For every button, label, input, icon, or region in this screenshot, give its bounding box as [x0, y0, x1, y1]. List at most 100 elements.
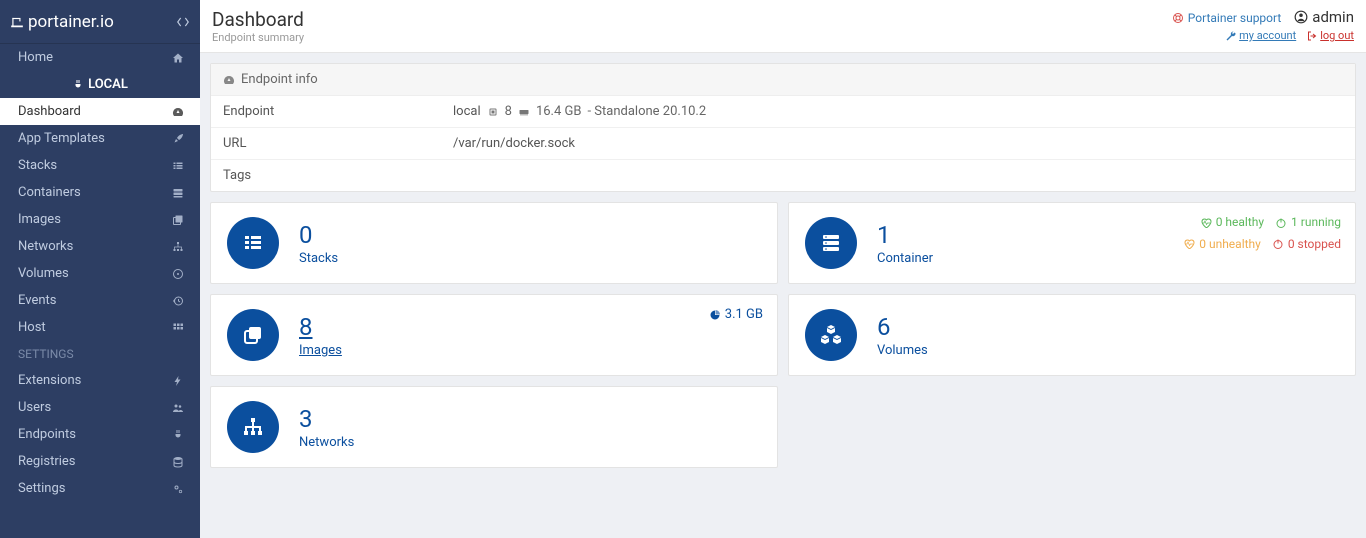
card-images[interactable]: 8 Images 3.1 GB	[210, 294, 778, 376]
stat-unhealthy: 0 unhealthy	[1183, 235, 1261, 254]
topbar-right: Portainer support admin my account log o…	[1172, 8, 1354, 42]
sidebar-item-label: App Templates	[18, 131, 172, 146]
sidebar-item-label: Home	[18, 50, 172, 65]
tachometer-icon	[172, 106, 188, 118]
endpoint-name: local	[453, 104, 481, 119]
sidebar-item-label: Containers	[18, 185, 172, 200]
info-row-endpoint: Endpoint local 8 16.4 GB - Standalone 20…	[211, 96, 1355, 128]
topbar-left: Dashboard Endpoint summary	[212, 8, 304, 44]
th-icon	[172, 322, 188, 334]
hdd-icon	[172, 268, 188, 280]
sidebar-item-volumes[interactable]: Volumes	[0, 260, 200, 287]
sidebar-item-host[interactable]: Host	[0, 314, 200, 341]
main: Dashboard Endpoint summary Portainer sup…	[200, 0, 1366, 538]
heartbeat-icon	[1183, 238, 1195, 250]
cubes-icon	[805, 309, 857, 361]
stacks-icon	[227, 217, 279, 269]
support-link[interactable]: Portainer support	[1172, 11, 1282, 25]
sidebar-item-label: Stacks	[18, 158, 172, 173]
card-main: 3 Networks	[299, 405, 354, 450]
sidebar-item-networks[interactable]: Networks	[0, 233, 200, 260]
card-containers[interactable]: 1 Container 0 healthy 1 running 0 unheal…	[788, 202, 1356, 284]
sidebar-item-settings[interactable]: Settings	[0, 475, 200, 502]
logout-link[interactable]: log out	[1306, 29, 1354, 42]
tachometer-icon	[223, 74, 235, 86]
sidebar-toggle-icon[interactable]	[176, 15, 190, 29]
topbar: Dashboard Endpoint summary Portainer sup…	[200, 0, 1366, 53]
heartbeat-icon	[1200, 217, 1212, 229]
bolt-icon	[172, 375, 188, 387]
sidebar-item-label: Host	[18, 320, 172, 335]
card-count: 8	[299, 313, 342, 341]
sidebar-item-endpoints[interactable]: Endpoints	[0, 421, 200, 448]
cogs-icon	[172, 483, 188, 495]
panel-header: Endpoint info	[211, 64, 1355, 96]
images-size-value: 3.1 GB	[725, 307, 763, 322]
info-key: Tags	[223, 168, 453, 183]
content: Endpoint info Endpoint local 8 16.4 GB -…	[200, 53, 1366, 478]
card-count: 3	[299, 405, 354, 433]
sidebar-item-label: Registries	[18, 454, 172, 469]
sidebar-item-stacks[interactable]: Stacks	[0, 152, 200, 179]
card-count: 6	[877, 313, 928, 341]
card-main: 8 Images	[299, 313, 342, 358]
sidebar-item-label: Events	[18, 293, 172, 308]
endpoint-info-panel: Endpoint info Endpoint local 8 16.4 GB -…	[210, 63, 1356, 192]
card-stacks[interactable]: 0 Stacks	[210, 202, 778, 284]
panel-body: Endpoint local 8 16.4 GB - Standalone 20…	[211, 96, 1355, 191]
info-val	[453, 168, 1343, 183]
sidebar-logo: portainer.io	[0, 0, 200, 44]
wrench-icon	[1225, 30, 1237, 42]
info-key: URL	[223, 136, 453, 151]
card-count: 0	[299, 221, 338, 249]
database-icon	[172, 456, 188, 468]
card-volumes[interactable]: 6 Volumes	[788, 294, 1356, 376]
panel-title: Endpoint info	[241, 72, 318, 87]
card-label: Container	[877, 251, 933, 266]
sitemap-icon	[172, 241, 188, 253]
sidebar-item-users[interactable]: Users	[0, 394, 200, 421]
page-title: Dashboard	[212, 8, 304, 31]
sidebar-item-label: Users	[18, 400, 172, 415]
card-main: 6 Volumes	[877, 313, 928, 358]
my-account-link[interactable]: my account	[1225, 29, 1296, 42]
sidebar-item-registries[interactable]: Registries	[0, 448, 200, 475]
sidebar-item-dashboard[interactable]: Dashboard	[0, 98, 200, 125]
sidebar-item-label: Networks	[18, 239, 172, 254]
stat-stopped: 0 stopped	[1272, 235, 1341, 254]
power-icon	[1272, 238, 1284, 250]
life-ring-icon	[1172, 12, 1184, 24]
crane-icon	[10, 15, 24, 29]
sidebar-item-events[interactable]: Events	[0, 287, 200, 314]
sidebar-item-images[interactable]: Images	[0, 206, 200, 233]
card-networks[interactable]: 3 Networks	[210, 386, 778, 468]
power-icon	[1275, 217, 1287, 229]
user-display: admin	[1294, 8, 1354, 26]
memory-icon	[518, 106, 530, 118]
info-row-url: URL /var/run/docker.sock	[211, 128, 1355, 160]
cpu-icon	[487, 106, 499, 118]
info-val: /var/run/docker.sock	[453, 136, 1343, 151]
user-icon	[1294, 10, 1308, 24]
stat-running: 1 running	[1275, 213, 1341, 232]
clone-icon	[227, 309, 279, 361]
history-icon	[172, 295, 188, 307]
info-row-tags: Tags	[211, 160, 1355, 191]
images-size: 3.1 GB	[709, 307, 763, 322]
card-label: Volumes	[877, 343, 928, 358]
sidebar-item-extensions[interactable]: Extensions	[0, 367, 200, 394]
card-main: 1 Container	[877, 221, 933, 266]
logout-icon	[1306, 30, 1318, 42]
sidebar-group-label: LOCAL	[88, 77, 128, 92]
list-icon	[172, 160, 188, 172]
plug-icon	[72, 79, 84, 91]
sidebar-section-settings: SETTINGS	[0, 341, 200, 367]
brand-text: portainer.io	[28, 12, 114, 32]
sidebar-item-home[interactable]: Home	[0, 44, 200, 71]
card-main: 0 Stacks	[299, 221, 338, 266]
sidebar-item-containers[interactable]: Containers	[0, 179, 200, 206]
sitemap-icon	[227, 401, 279, 453]
plug-icon	[172, 429, 188, 441]
sidebar-item-app-templates[interactable]: App Templates	[0, 125, 200, 152]
sidebar-item-label: Volumes	[18, 266, 172, 281]
